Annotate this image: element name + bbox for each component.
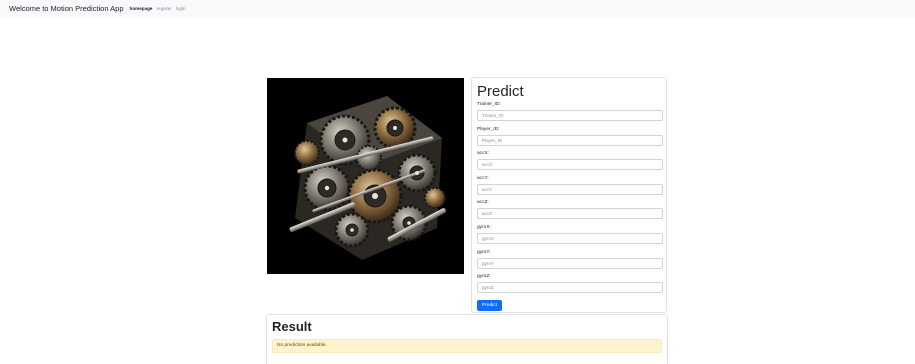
field-gyroy: gyroY:: [477, 249, 663, 275]
result-card: Result No prediction available.: [266, 314, 668, 364]
gyrox-input[interactable]: [477, 232, 663, 244]
accz-label: accZ:: [477, 200, 489, 206]
navbar: Welcome to Motion Prediction App homepag…: [0, 0, 915, 17]
predict-button[interactable]: Predict: [477, 299, 502, 311]
accx-label: accX:: [477, 151, 489, 157]
gyroy-label: gyroY:: [477, 249, 491, 255]
nav-link-register[interactable]: register: [157, 6, 172, 11]
navbar-brand[interactable]: Welcome to Motion Prediction App: [9, 4, 124, 13]
predict-title: Predict: [477, 83, 524, 100]
trainer-id-input[interactable]: [477, 110, 663, 121]
trainer-id-label: Trainer_ID:: [477, 102, 501, 107]
accy-input[interactable]: [477, 183, 663, 195]
field-gyrox: gyroX:: [477, 224, 663, 250]
result-title: Result: [272, 319, 312, 334]
field-player-id: Player_ID:: [477, 126, 663, 152]
accx-input[interactable]: [477, 159, 663, 171]
nav-link-homepage[interactable]: homepage: [130, 6, 153, 11]
gyrox-label: gyroX:: [477, 224, 491, 230]
predict-card: Predict Trainer_ID: Player_ID: accX: acc…: [471, 77, 667, 313]
accz-input[interactable]: [477, 208, 663, 220]
engine-image: [267, 78, 464, 274]
field-gyroz: gyroZ:: [477, 274, 663, 299]
field-accy: accY:: [477, 175, 663, 201]
gyroz-input[interactable]: [477, 282, 663, 294]
field-accx: accX:: [477, 151, 663, 176]
player-id-input[interactable]: [477, 134, 663, 146]
nav-link-login[interactable]: login: [176, 6, 186, 11]
field-trainer-id: Trainer_ID:: [477, 102, 663, 127]
gyroy-input[interactable]: [477, 257, 663, 269]
result-alert: No prediction available.: [272, 339, 662, 353]
field-accz: accZ:: [477, 200, 663, 225]
player-id-label: Player_ID:: [477, 126, 500, 132]
gyroz-label: gyroZ:: [477, 274, 491, 280]
accy-label: accY:: [477, 175, 489, 181]
